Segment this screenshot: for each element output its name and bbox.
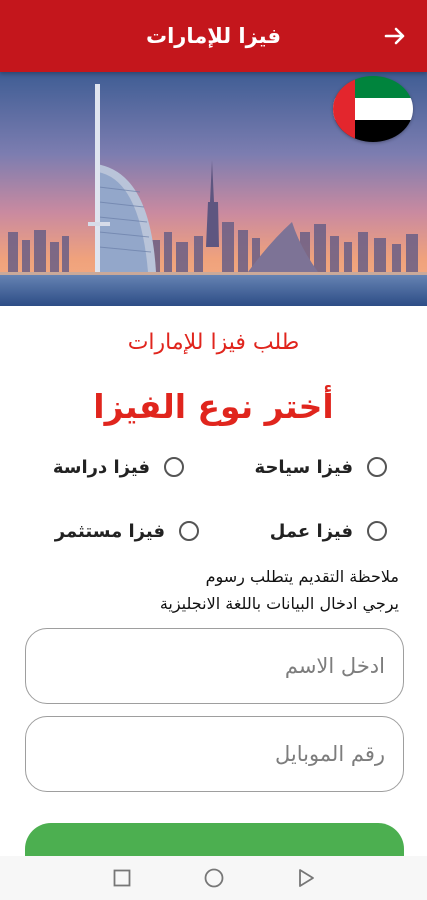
form-heading: أختر نوع الفيزا [93, 387, 334, 426]
radio-button[interactable] [367, 521, 387, 541]
mobile-input[interactable] [25, 716, 404, 792]
fee-note: ملاحظة التقديم يتطلب رسوم [205, 567, 399, 586]
back-button[interactable] [377, 18, 413, 54]
app-title: فيزا للإمارات [145, 24, 281, 48]
visa-option-label: فيزا عمل [269, 520, 353, 542]
nav-back-button[interactable] [295, 867, 317, 889]
app-bar: فيزا للإمارات [0, 0, 427, 72]
recents-button[interactable] [111, 867, 133, 889]
circle-icon [204, 868, 223, 888]
arrow-right-icon [384, 27, 405, 45]
triangle-back-icon [298, 869, 314, 887]
home-button[interactable] [203, 867, 225, 889]
visa-option-work[interactable]: فيزا عمل [270, 516, 387, 546]
visa-option-label: فيزا سياحة [254, 456, 353, 478]
uae-flag-icon [333, 76, 413, 142]
radio-button[interactable] [164, 457, 184, 477]
language-note: يرجي ادخال البيانات باللغة الانجليزية [159, 594, 399, 613]
visa-option-tourism[interactable]: فيزا سياحة [255, 452, 387, 482]
visa-option-label: فيزا مستثمر [54, 520, 165, 542]
radio-button[interactable] [179, 521, 199, 541]
visa-option-label: فيزا دراسة [52, 456, 150, 478]
name-input[interactable] [25, 628, 404, 704]
radio-button[interactable] [367, 457, 387, 477]
visa-option-study[interactable]: فيزا دراسة [53, 452, 184, 482]
square-icon [113, 869, 130, 887]
form-subtitle: طلب فيزا للإمارات [127, 330, 300, 355]
system-nav-bar [0, 856, 427, 900]
visa-option-investor[interactable]: فيزا مستثمر [55, 516, 199, 546]
